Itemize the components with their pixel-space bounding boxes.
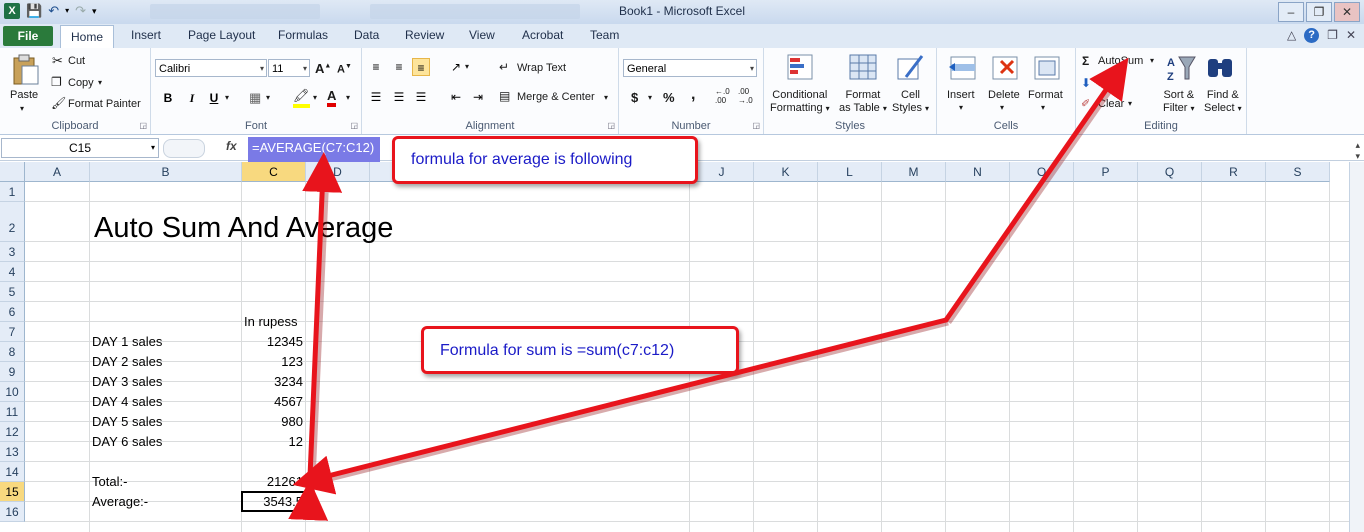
sum-arrow-to-total <box>292 317 949 495</box>
sum-arrow-to-autosum <box>943 57 1129 323</box>
annotation-arrows <box>288 57 1129 521</box>
